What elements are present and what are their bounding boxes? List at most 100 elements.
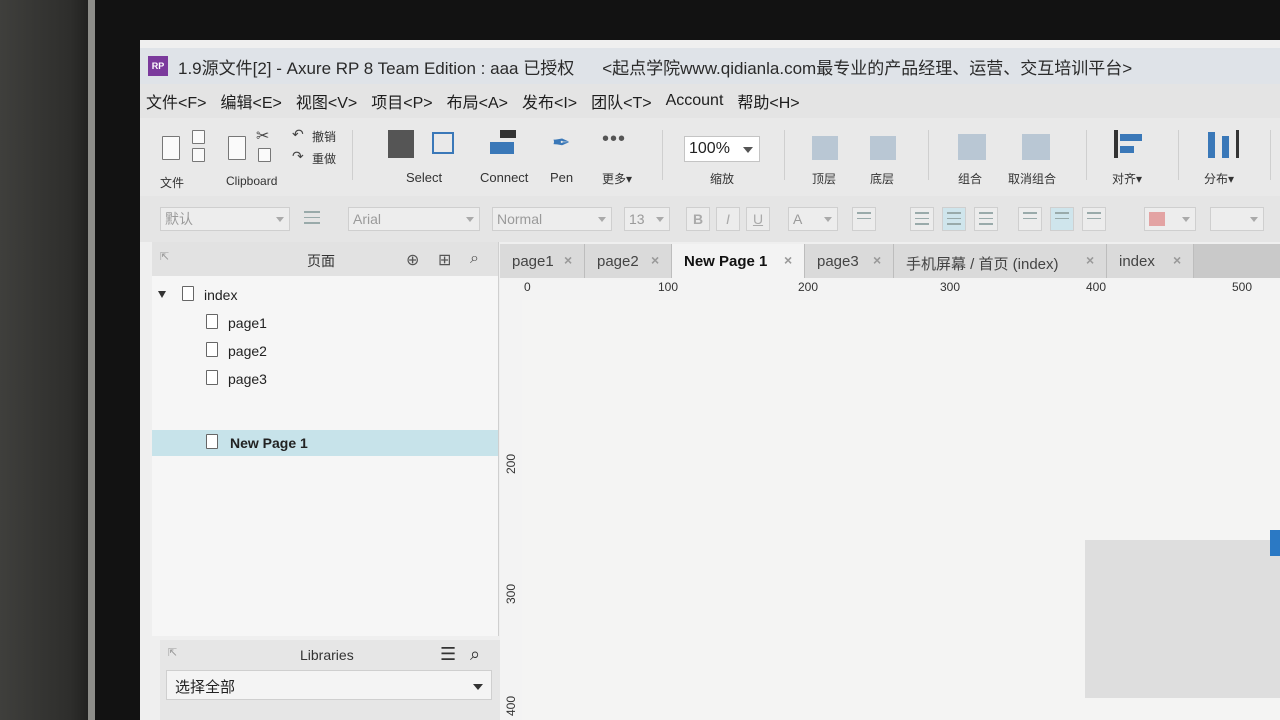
align-icon[interactable]: [1114, 130, 1118, 158]
collapse-icon[interactable]: ⇱: [160, 250, 169, 263]
tree-item-new-page-1[interactable]: New Page 1: [152, 430, 498, 456]
ruler-label: 300: [940, 280, 961, 294]
bold-button[interactable]: B: [686, 207, 710, 231]
tree-item-page3[interactable]: page3: [152, 366, 498, 392]
underline-button[interactable]: U: [746, 207, 770, 231]
menu-help[interactable]: 帮助<H>: [731, 89, 807, 113]
menu-file[interactable]: 文件<F>: [140, 89, 214, 113]
connect-icon[interactable]: [490, 142, 514, 154]
tab-page3[interactable]: page3 ×: [805, 244, 894, 278]
font-family-select[interactable]: Arial: [348, 207, 480, 231]
zoom-label: 缩放: [710, 172, 735, 186]
align-left-icon[interactable]: [910, 207, 934, 231]
align-bottom-icon[interactable]: [1082, 207, 1106, 231]
close-icon[interactable]: ×: [784, 252, 792, 268]
send-to-back-icon[interactable]: [870, 136, 896, 160]
tab-index[interactable]: index ×: [1107, 244, 1194, 278]
align-button[interactable]: 对齐▾: [1112, 170, 1142, 187]
font-size-select[interactable]: 13: [624, 207, 670, 231]
menu-icon[interactable]: ☰: [440, 644, 456, 665]
distribute-icon[interactable]: [1208, 132, 1215, 158]
right-panel-handle[interactable]: [1270, 530, 1280, 556]
fill-color-select[interactable]: [1144, 207, 1196, 231]
undo-icon[interactable]: ↶: [292, 126, 304, 143]
send-to-back-button[interactable]: 底层: [870, 170, 894, 187]
align-right-icon[interactable]: [974, 207, 998, 231]
new-file-icon[interactable]: [162, 136, 180, 160]
redo-icon[interactable]: ↷: [292, 148, 304, 165]
tab-page2[interactable]: page2 ×: [585, 244, 672, 278]
pen-icon[interactable]: ✒: [552, 130, 570, 156]
menu-project[interactable]: 项目<P>: [365, 89, 440, 113]
more-button[interactable]: 更多▾: [602, 170, 632, 187]
close-icon[interactable]: ×: [651, 252, 659, 268]
font-weight-select[interactable]: Normal: [492, 207, 612, 231]
bullet-list-icon[interactable]: [852, 207, 876, 231]
window-title: 1.9源文件[2] - Axure RP 8 Team Edition : aa…: [178, 58, 575, 78]
tab-new-page-1[interactable]: New Page 1 ×: [672, 244, 805, 278]
bring-to-front-icon[interactable]: [812, 136, 838, 160]
tab-mobile-home-index[interactable]: 手机屏幕 / 首页 (index) ×: [894, 244, 1107, 278]
menu-view[interactable]: 视图<V>: [290, 89, 365, 113]
tree-item-index[interactable]: index: [152, 282, 498, 308]
pen-button[interactable]: Pen: [550, 170, 573, 185]
screen: RP 1.9源文件[2] - Axure RP 8 Team Edition :…: [140, 40, 1280, 720]
group-icon[interactable]: [958, 134, 986, 160]
more-icon[interactable]: •••: [602, 128, 626, 151]
align-top-icon[interactable]: [1018, 207, 1042, 231]
save-icon[interactable]: [192, 130, 205, 144]
search-icon[interactable]: ⌕: [470, 644, 480, 665]
chevron-down-icon: [824, 217, 832, 222]
undo-button[interactable]: 撤销: [312, 128, 336, 145]
open-folder-icon[interactable]: [192, 148, 205, 162]
select-button[interactable]: Select: [406, 170, 442, 185]
style-select[interactable]: 默认: [160, 207, 290, 231]
style-value: 默认: [165, 211, 193, 227]
tab-page1[interactable]: page1 ×: [500, 244, 585, 278]
tab-label: 手机屏幕 / 首页 (index): [906, 256, 1059, 273]
align-center-icon[interactable]: [942, 207, 966, 231]
menu-edit[interactable]: 编辑<E>: [214, 89, 289, 113]
bring-to-front-button[interactable]: 顶层: [812, 170, 836, 187]
align-icon-bar1: [1120, 134, 1142, 141]
menu-account[interactable]: Account: [660, 92, 732, 110]
tree-item-label: page2: [228, 343, 267, 359]
tree-item-page2[interactable]: page2: [152, 338, 498, 364]
close-icon[interactable]: ×: [564, 252, 572, 268]
menu-team[interactable]: 团队<T>: [585, 89, 659, 113]
tree-item-page1[interactable]: page1: [152, 310, 498, 336]
tab-label: page3: [817, 253, 859, 270]
library-select[interactable]: 选择全部: [166, 670, 492, 700]
menu-arrange[interactable]: 布局<A>: [441, 89, 516, 113]
collapse-icon[interactable]: ⇱: [168, 646, 177, 659]
border-color-select[interactable]: [1210, 207, 1264, 231]
close-icon[interactable]: ×: [873, 252, 881, 268]
ungroup-icon[interactable]: [1022, 134, 1050, 160]
font-family-value: Arial: [353, 211, 382, 227]
italic-button[interactable]: I: [716, 207, 740, 231]
redo-button[interactable]: 重做: [312, 150, 336, 167]
ungroup-button[interactable]: 取消组合: [1008, 170, 1056, 187]
close-icon[interactable]: ×: [1173, 252, 1181, 268]
align-middle-icon[interactable]: [1050, 207, 1074, 231]
paste-icon[interactable]: [228, 136, 246, 160]
distribute-button[interactable]: 分布▾: [1204, 170, 1234, 187]
connect-button[interactable]: Connect: [480, 170, 528, 185]
cut-icon[interactable]: ✂: [256, 126, 269, 146]
group-button[interactable]: 组合: [958, 170, 982, 187]
zoom-select[interactable]: 100%: [684, 136, 760, 162]
select-intersect-icon[interactable]: [388, 130, 414, 158]
canvas-widget[interactable]: [1085, 540, 1280, 698]
search-icon[interactable]: ⌕: [470, 250, 479, 268]
copy-icon[interactable]: [258, 148, 271, 162]
add-page-icon[interactable]: ⊕: [406, 250, 419, 270]
close-icon[interactable]: ×: [1086, 252, 1094, 268]
add-folder-icon[interactable]: ⊞: [438, 250, 451, 270]
ruler-vertical: 200 300 400: [500, 300, 523, 720]
font-color-select[interactable]: A: [788, 207, 838, 231]
style-editor-icon[interactable]: [300, 207, 324, 231]
window-title-suffix: <起点学院www.qidianla.com最专业的产品经理、运营、交互培训平台>: [602, 58, 1133, 78]
menu-publish[interactable]: 发布<I>: [516, 89, 585, 113]
expand-triangle-icon[interactable]: [158, 291, 166, 298]
select-contain-icon[interactable]: [432, 132, 454, 154]
